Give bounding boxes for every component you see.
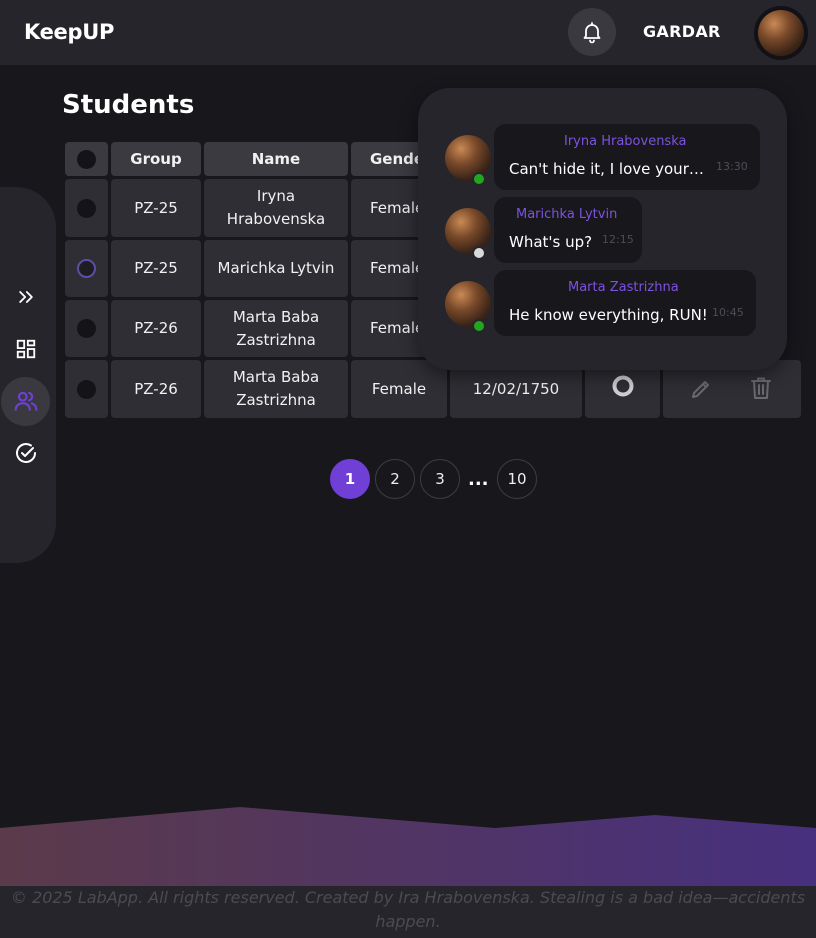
footer: © 2025 LabApp. All rights reserved. Crea… xyxy=(0,886,816,938)
row-checkbox[interactable] xyxy=(65,240,108,297)
message-time: 13:30 xyxy=(716,160,748,173)
dashboard-icon xyxy=(16,339,36,359)
cell-group: PZ-26 xyxy=(111,360,201,418)
cell-gender: Female xyxy=(351,360,447,418)
username[interactable]: GARDAR xyxy=(643,22,721,41)
cell-group: PZ-25 xyxy=(111,240,201,297)
notifications-button[interactable] xyxy=(568,8,616,56)
page-button-10[interactable]: 10 xyxy=(497,459,537,499)
cell-name: Marta Baba Zastrizhna xyxy=(204,360,348,418)
pagination-ellipsis: ... xyxy=(468,469,489,490)
message-time: 10:45 xyxy=(712,306,744,319)
offline-status-dot xyxy=(472,246,486,260)
expand-sidebar-button[interactable] xyxy=(12,283,40,311)
message-bubble[interactable]: Iryna Hrabovenska Can't hide it, I love … xyxy=(494,124,760,190)
row-checkbox[interactable] xyxy=(65,179,108,237)
avatar[interactable] xyxy=(445,281,491,327)
edit-button[interactable] xyxy=(689,377,713,408)
message-bubble[interactable]: Marichka Lytvin What's up? 12:15 xyxy=(494,197,642,263)
page-button-1[interactable]: 1 xyxy=(330,459,370,499)
sidebar-item-dashboard[interactable] xyxy=(12,335,40,363)
message-text: What's up? xyxy=(509,233,593,251)
students-icon-wrap xyxy=(12,387,40,415)
cell-group: PZ-26 xyxy=(111,300,201,357)
top-bar: KeepUP GARDAR xyxy=(0,0,816,65)
row-checkbox[interactable] xyxy=(65,300,108,357)
delete-icon xyxy=(751,377,771,399)
cell-name: Marichka Lytvin xyxy=(204,240,348,297)
students-icon xyxy=(14,391,38,411)
sidebar xyxy=(0,187,56,563)
select-all-checkbox[interactable] xyxy=(65,142,108,176)
message-sender: Iryna Hrabovenska xyxy=(564,134,687,149)
footer-text: © 2025 LabApp. All rights reserved. Crea… xyxy=(10,888,806,931)
message-text: He know everything, RUN! xyxy=(509,306,708,324)
cell-name: Marta Baba Zastrizhna xyxy=(204,300,348,357)
tasks-icon xyxy=(16,443,36,463)
delete-button[interactable] xyxy=(750,376,772,407)
page-title: Students xyxy=(62,90,195,120)
page-button-3[interactable]: 3 xyxy=(420,459,460,499)
sidebar-item-tasks[interactable] xyxy=(12,439,40,467)
online-status-dot xyxy=(472,319,486,333)
avatar[interactable] xyxy=(445,208,491,254)
header-name: Name xyxy=(204,142,348,176)
message-text: Can't hide it, I love your ... xyxy=(509,160,705,178)
message-time: 12:15 xyxy=(602,233,634,246)
message-bubble[interactable]: Marta Zastrizhna He know everything, RUN… xyxy=(494,270,756,336)
message-sender: Marichka Lytvin xyxy=(516,207,618,222)
bell-icon xyxy=(583,22,601,44)
expand-icon xyxy=(19,291,33,303)
edit-icon xyxy=(692,381,709,398)
page-button-2[interactable]: 2 xyxy=(375,459,415,499)
online-status-dot xyxy=(472,172,486,186)
cell-name: Iryna Hrabovenska xyxy=(204,179,348,237)
user-avatar[interactable] xyxy=(754,6,808,60)
notifications-popup: Iryna Hrabovenska Can't hide it, I love … xyxy=(418,88,787,370)
row-checkbox[interactable] xyxy=(65,360,108,418)
cell-group: PZ-25 xyxy=(111,179,201,237)
status-icon xyxy=(612,375,633,397)
footer-wave xyxy=(0,807,816,886)
message-sender: Marta Zastrizhna xyxy=(568,280,679,295)
header-group: Group xyxy=(111,142,201,176)
app-logo[interactable]: KeepUP xyxy=(24,20,114,44)
